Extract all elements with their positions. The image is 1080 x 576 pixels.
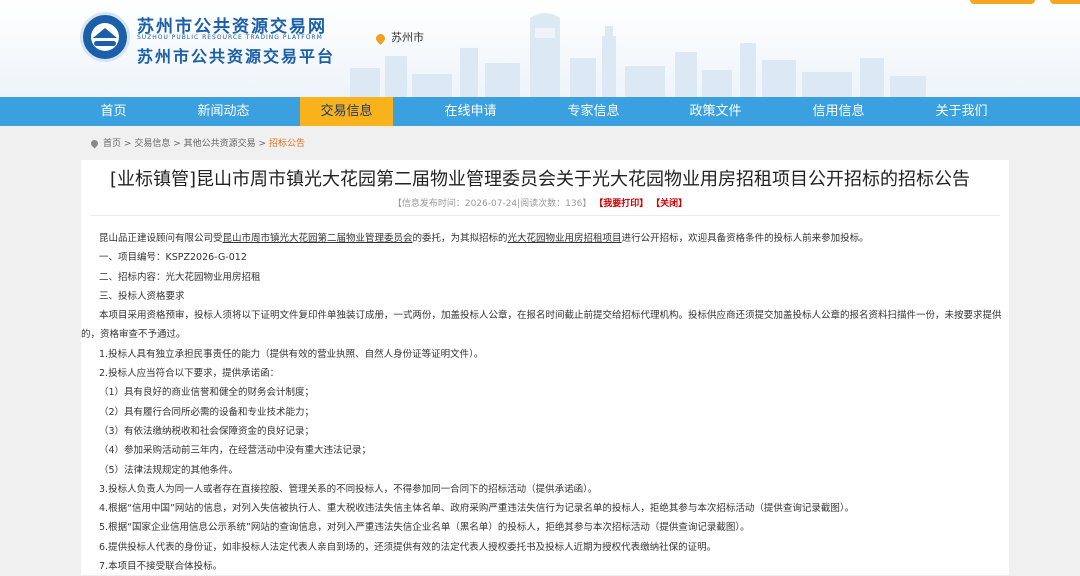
requirement-item: 3.投标人负责人为同一人或者存在直接控股、管理关系的不同投标人，不得参加同一合同…	[99, 483, 598, 495]
project-number-line: 一、项目编号：KSPZ2026-G-012	[99, 252, 247, 264]
breadcrumb-current: 招标公告	[268, 139, 305, 149]
requirement-item: 5.根据“国家企业信用信息公示系统”网站的查询信息，对列入严重违法失信企业名单（…	[99, 522, 750, 534]
nav-item-policy[interactable]: 政策文件	[678, 97, 753, 126]
prequal-paragraph: 本项目采用资格预审，投标人须将以下证明文件复印件单独装订成册，一式两份，加盖投标…	[81, 310, 1002, 341]
main-nav: 首页 新闻动态 交易信息 在线申请 专家信息 政策文件 信用信息 关于我们	[0, 97, 1080, 126]
close-link[interactable]: 【关闭】	[651, 199, 687, 209]
article-meta: 【信息发布时间：2026-07-24|阅读次数：136】 【我要打印】 【关闭】	[0, 196, 1080, 209]
breadcrumb-separator: >	[123, 139, 132, 149]
location-pin-icon	[374, 31, 387, 45]
breadcrumb-separator: >	[173, 139, 181, 149]
tender-content-line: 二、招标内容：光大花园物业用房招租	[99, 271, 261, 283]
breadcrumb-home[interactable]: 首页	[103, 139, 121, 149]
site-title-en: SUZHOU PUBLIC RESOURCE TRADING PLATFORM	[137, 34, 323, 41]
breadcrumb-pin-icon	[89, 138, 100, 149]
requirement-item: （4）参加采购活动前三年内，在经营活动中没有重大违法记录；	[99, 445, 372, 457]
nav-item-online-apply[interactable]: 在线申请	[433, 97, 508, 126]
requirement-item: （2）具有履行合同所必需的设备和专业技术能力；	[99, 406, 315, 418]
project-name: 光大花园物业用房招租项目	[507, 233, 622, 244]
location-label: 苏州市	[391, 31, 424, 44]
requirement-item: 6.提供投标人代表的身份证，如非投标人法定代表人亲自到场的，还须提供有效的法定代…	[99, 541, 717, 553]
site-subtitle: 苏州市公共资源交易平台	[137, 47, 336, 66]
print-link[interactable]: 【我要打印】	[594, 199, 648, 209]
top-action-button-1[interactable]	[970, 0, 1035, 4]
qualification-heading: 三、投标人资格要求	[99, 290, 185, 302]
intro-paragraph: 昆山品正建设顾问有限公司受昆山市周市镇光大花园第二届物业管理委员会的委托，为其拟…	[99, 233, 869, 244]
publish-info: 【信息发布时间：2026-07-24|阅读次数：136】	[392, 199, 592, 209]
breadcrumb-trading-info[interactable]: 交易信息	[134, 139, 170, 149]
nav-item-trading-info[interactable]: 交易信息	[300, 97, 393, 126]
requirement-item: 7.本项目不接受联合体投标。	[99, 561, 223, 573]
site-logo[interactable]	[80, 12, 130, 62]
nav-item-experts[interactable]: 专家信息	[556, 97, 631, 126]
requirement-item: 2.投标人应当符合以下要求，提供承诺函：	[99, 368, 280, 380]
requirement-item: 4.根据“信用中国”网站的信息，对列入失信被执行人、重大税收违法失信主体名单、政…	[99, 503, 855, 515]
tenderer-org: 昆山市周市镇光大花园第二届物业管理委员会	[222, 233, 413, 244]
requirement-item: （5）法律法规规定的其他条件。	[99, 464, 239, 476]
site-header: 苏州市公共资源交易网 SUZHOU PUBLIC RESOURCE TRADIN…	[0, 0, 1080, 97]
requirement-item: （3）有依法缴纳税收和社会保障资金的良好记录；	[99, 425, 315, 437]
article-body: 昆山品正建设顾问有限公司受昆山市周市镇光大花园第二届物业管理委员会的委托，为其拟…	[81, 229, 1009, 576]
requirement-item: 1.投标人具有独立承担民事责任的能力（提供有效的营业执照、自然人身份证等证明文件…	[99, 348, 484, 360]
nav-item-home[interactable]: 首页	[76, 97, 151, 126]
meta-divider	[90, 215, 1000, 216]
top-action-button-2[interactable]	[1050, 0, 1080, 4]
breadcrumb: 首页 > 交易信息 > 其他公共资源交易 > 招标公告	[89, 136, 305, 149]
requirement-item: （1）具有良好的商业信誉和健全的财务会计制度；	[99, 387, 315, 399]
location-selector[interactable]: 苏州市	[374, 29, 424, 45]
nav-item-about[interactable]: 关于我们	[924, 97, 999, 126]
breadcrumb-separator: >	[258, 139, 267, 149]
article-title: [业标镇管]昆山市周市镇光大花园第二届物业管理委员会关于光大花园物业用房招租项目…	[109, 169, 971, 190]
city-skyline-banner	[350, 13, 926, 97]
nav-item-credit[interactable]: 信用信息	[801, 97, 876, 126]
breadcrumb-other-trading[interactable]: 其他公共资源交易	[184, 139, 256, 149]
nav-item-news[interactable]: 新闻动态	[186, 97, 261, 126]
